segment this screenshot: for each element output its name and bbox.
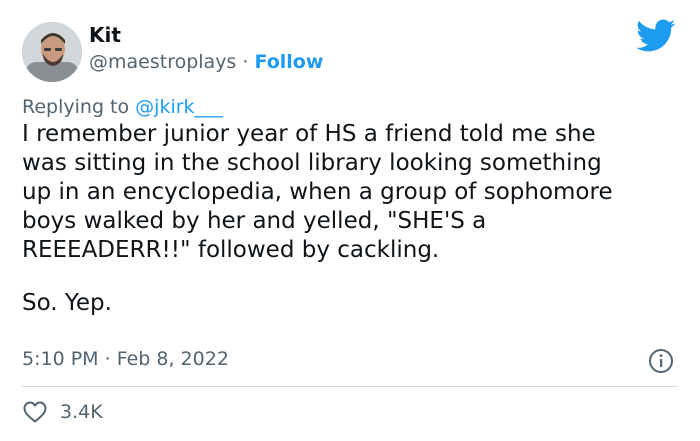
avatar[interactable] bbox=[22, 22, 82, 82]
tweet-timestamp[interactable]: 5:10 PM · Feb 8, 2022 bbox=[22, 346, 229, 372]
handle-separator: · bbox=[242, 51, 249, 73]
tweet-header: Kit @maestroplays · Follow bbox=[0, 0, 700, 90]
profile-photo-icon bbox=[22, 22, 82, 82]
reply-prefix: Replying to bbox=[22, 96, 130, 118]
tweet-paragraph: I remember junior year of HS a friend to… bbox=[22, 121, 613, 263]
author-handle-row: @maestroplays · Follow bbox=[89, 49, 323, 75]
author-handle[interactable]: @maestroplays bbox=[89, 51, 236, 73]
reply-mention-link[interactable]: @jkirk___ bbox=[135, 96, 223, 118]
tweet-time[interactable]: 5:10 PM bbox=[22, 348, 99, 370]
twitter-bird-icon[interactable] bbox=[636, 19, 676, 53]
heart-icon[interactable] bbox=[22, 400, 48, 424]
tweet-text: I remember junior year of HS a friend to… bbox=[22, 120, 682, 318]
like-button[interactable]: 3.4K bbox=[22, 398, 103, 426]
tweet-paragraph: So. Yep. bbox=[22, 290, 112, 316]
follow-button[interactable]: Follow bbox=[254, 51, 323, 73]
author-name[interactable]: Kit bbox=[89, 22, 121, 48]
like-count: 3.4K bbox=[60, 401, 103, 423]
reply-context: Replying to @jkirk___ bbox=[22, 94, 223, 120]
divider bbox=[22, 386, 678, 387]
info-icon[interactable] bbox=[648, 348, 674, 374]
meta-separator: · bbox=[104, 348, 111, 370]
tweet-date[interactable]: Feb 8, 2022 bbox=[117, 348, 229, 370]
